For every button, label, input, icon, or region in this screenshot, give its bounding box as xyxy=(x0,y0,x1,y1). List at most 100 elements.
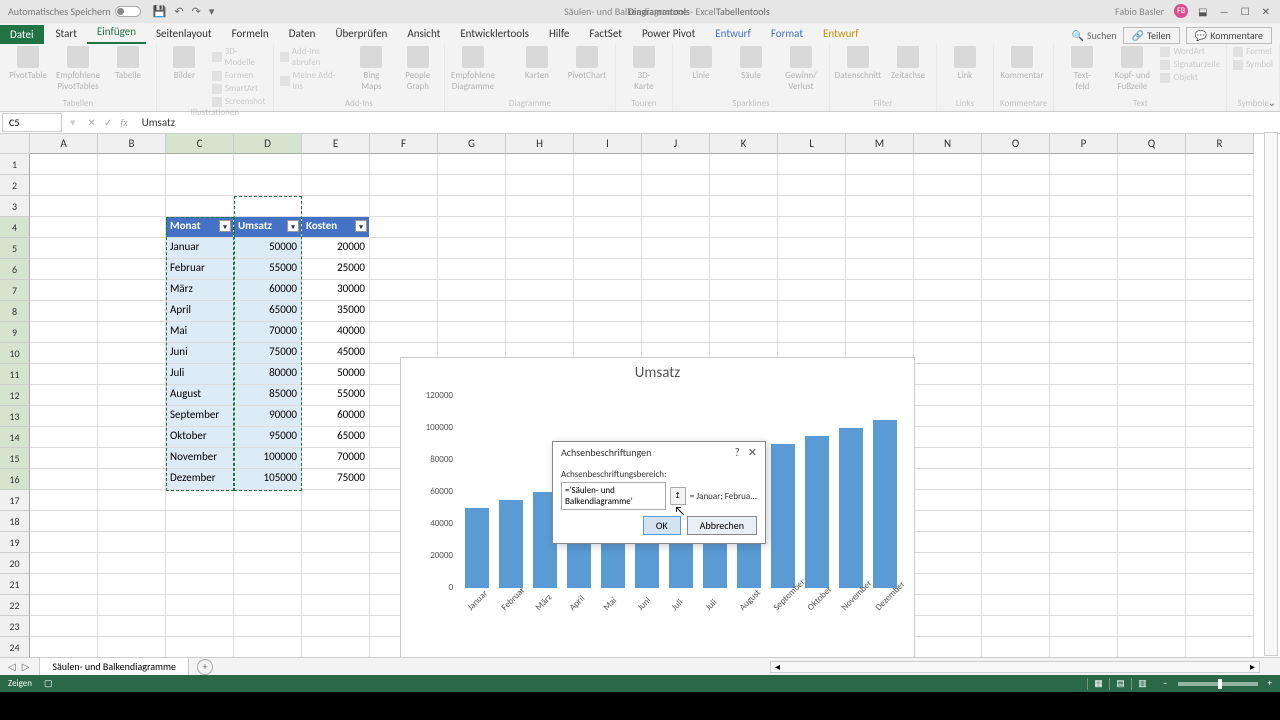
cell[interactable]: 80000 xyxy=(234,364,302,385)
zoom-in-icon[interactable]: + xyxy=(1268,678,1272,689)
signature-button[interactable]: Signaturzeile xyxy=(1160,59,1220,70)
cell[interactable] xyxy=(1050,301,1118,322)
cell[interactable] xyxy=(1186,427,1254,448)
cell[interactable] xyxy=(506,196,574,217)
cell[interactable] xyxy=(166,637,234,658)
row-header[interactable]: 15 xyxy=(0,448,30,469)
cell[interactable] xyxy=(30,259,98,280)
pagebreak-view-icon[interactable]: ▥ xyxy=(1131,678,1153,690)
chart-title[interactable]: Umsatz xyxy=(401,358,914,386)
cell[interactable] xyxy=(30,301,98,322)
cell[interactable] xyxy=(30,364,98,385)
cell[interactable] xyxy=(370,154,438,175)
tool-tab-chart[interactable]: Diagrammtools xyxy=(620,1,698,22)
cell[interactable] xyxy=(166,532,234,553)
cell[interactable] xyxy=(914,532,982,553)
cell[interactable] xyxy=(438,217,506,238)
cell[interactable] xyxy=(982,280,1050,301)
cell[interactable] xyxy=(30,553,98,574)
tool-tab-table[interactable]: Tabellentools xyxy=(708,1,778,22)
cell[interactable] xyxy=(166,196,234,217)
cell[interactable] xyxy=(778,280,846,301)
cell[interactable] xyxy=(1118,637,1186,658)
cell[interactable] xyxy=(1118,469,1186,490)
cell[interactable] xyxy=(1186,511,1254,532)
column-header[interactable]: K xyxy=(710,134,778,154)
cell[interactable] xyxy=(438,322,506,343)
cell[interactable] xyxy=(1050,154,1118,175)
cell[interactable] xyxy=(98,217,166,238)
header-footer-button[interactable]: Kopf- und Fußzeile xyxy=(1110,46,1154,92)
sheet-tab[interactable]: Säulen- und Balkendiagramme xyxy=(39,658,189,676)
cell[interactable] xyxy=(98,574,166,595)
cell[interactable]: Mai xyxy=(166,322,234,343)
cell[interactable] xyxy=(914,616,982,637)
cell[interactable] xyxy=(1050,469,1118,490)
cell[interactable] xyxy=(778,322,846,343)
column-header[interactable]: L xyxy=(778,134,846,154)
chart-bar[interactable] xyxy=(839,428,863,588)
cell[interactable] xyxy=(234,637,302,658)
cell[interactable] xyxy=(166,511,234,532)
cell[interactable] xyxy=(30,343,98,364)
cell[interactable] xyxy=(30,196,98,217)
cell[interactable] xyxy=(302,637,370,658)
recommended-charts-button[interactable]: Empfohlene Diagramme xyxy=(451,46,495,92)
cell[interactable] xyxy=(1118,238,1186,259)
cell[interactable] xyxy=(914,385,982,406)
column-header[interactable]: Q xyxy=(1118,134,1186,154)
cell[interactable] xyxy=(1186,280,1254,301)
cell[interactable] xyxy=(982,238,1050,259)
sheet-nav-right-icon[interactable]: ▷ xyxy=(22,660,30,673)
formula-input[interactable]: Umsatz xyxy=(134,116,1280,129)
cell[interactable] xyxy=(1186,196,1254,217)
cell[interactable] xyxy=(1118,322,1186,343)
comments-button[interactable]: 💬Kommentare xyxy=(1186,27,1272,44)
people-graph-button[interactable]: People Graph xyxy=(398,46,438,92)
cell[interactable] xyxy=(914,490,982,511)
cell[interactable] xyxy=(982,532,1050,553)
row-header[interactable]: 22 xyxy=(0,595,30,616)
cell[interactable] xyxy=(1118,574,1186,595)
cell[interactable] xyxy=(234,532,302,553)
cell[interactable] xyxy=(98,469,166,490)
cell[interactable] xyxy=(98,406,166,427)
cell[interactable] xyxy=(914,175,982,196)
cell[interactable] xyxy=(710,196,778,217)
cell[interactable] xyxy=(506,280,574,301)
add-sheet-button[interactable]: + xyxy=(197,659,213,675)
cell[interactable] xyxy=(30,322,98,343)
cell[interactable]: Oktober xyxy=(166,427,234,448)
column-header[interactable]: N xyxy=(914,134,982,154)
cell[interactable] xyxy=(982,301,1050,322)
object-button[interactable]: Objekt xyxy=(1160,72,1220,83)
cell[interactable] xyxy=(302,154,370,175)
row-header[interactable]: 21 xyxy=(0,574,30,595)
cell[interactable]: Januar xyxy=(166,238,234,259)
cell[interactable] xyxy=(982,427,1050,448)
cell[interactable] xyxy=(98,532,166,553)
cell[interactable] xyxy=(30,637,98,658)
cell[interactable] xyxy=(778,175,846,196)
cell[interactable] xyxy=(914,238,982,259)
cell[interactable] xyxy=(846,154,914,175)
pictures-button[interactable]: Bilder xyxy=(163,46,206,81)
cell[interactable] xyxy=(1118,532,1186,553)
cell[interactable] xyxy=(234,154,302,175)
cell[interactable] xyxy=(506,175,574,196)
save-icon[interactable]: 💾 xyxy=(153,5,167,18)
cell[interactable] xyxy=(234,574,302,595)
column-header[interactable]: H xyxy=(506,134,574,154)
get-addins-button[interactable]: Add-Ins abrufen xyxy=(280,46,346,68)
bing-maps-button[interactable]: Bing Maps xyxy=(351,46,391,92)
minimize-icon[interactable]: — xyxy=(1220,5,1229,18)
cell[interactable] xyxy=(778,238,846,259)
cell[interactable] xyxy=(1186,637,1254,658)
dialog-close-icon[interactable]: ✕ xyxy=(748,446,757,459)
cell[interactable] xyxy=(438,175,506,196)
cell[interactable] xyxy=(982,196,1050,217)
cell[interactable] xyxy=(506,238,574,259)
row-header[interactable]: 13 xyxy=(0,406,30,427)
cell[interactable] xyxy=(846,301,914,322)
cell[interactable] xyxy=(506,154,574,175)
